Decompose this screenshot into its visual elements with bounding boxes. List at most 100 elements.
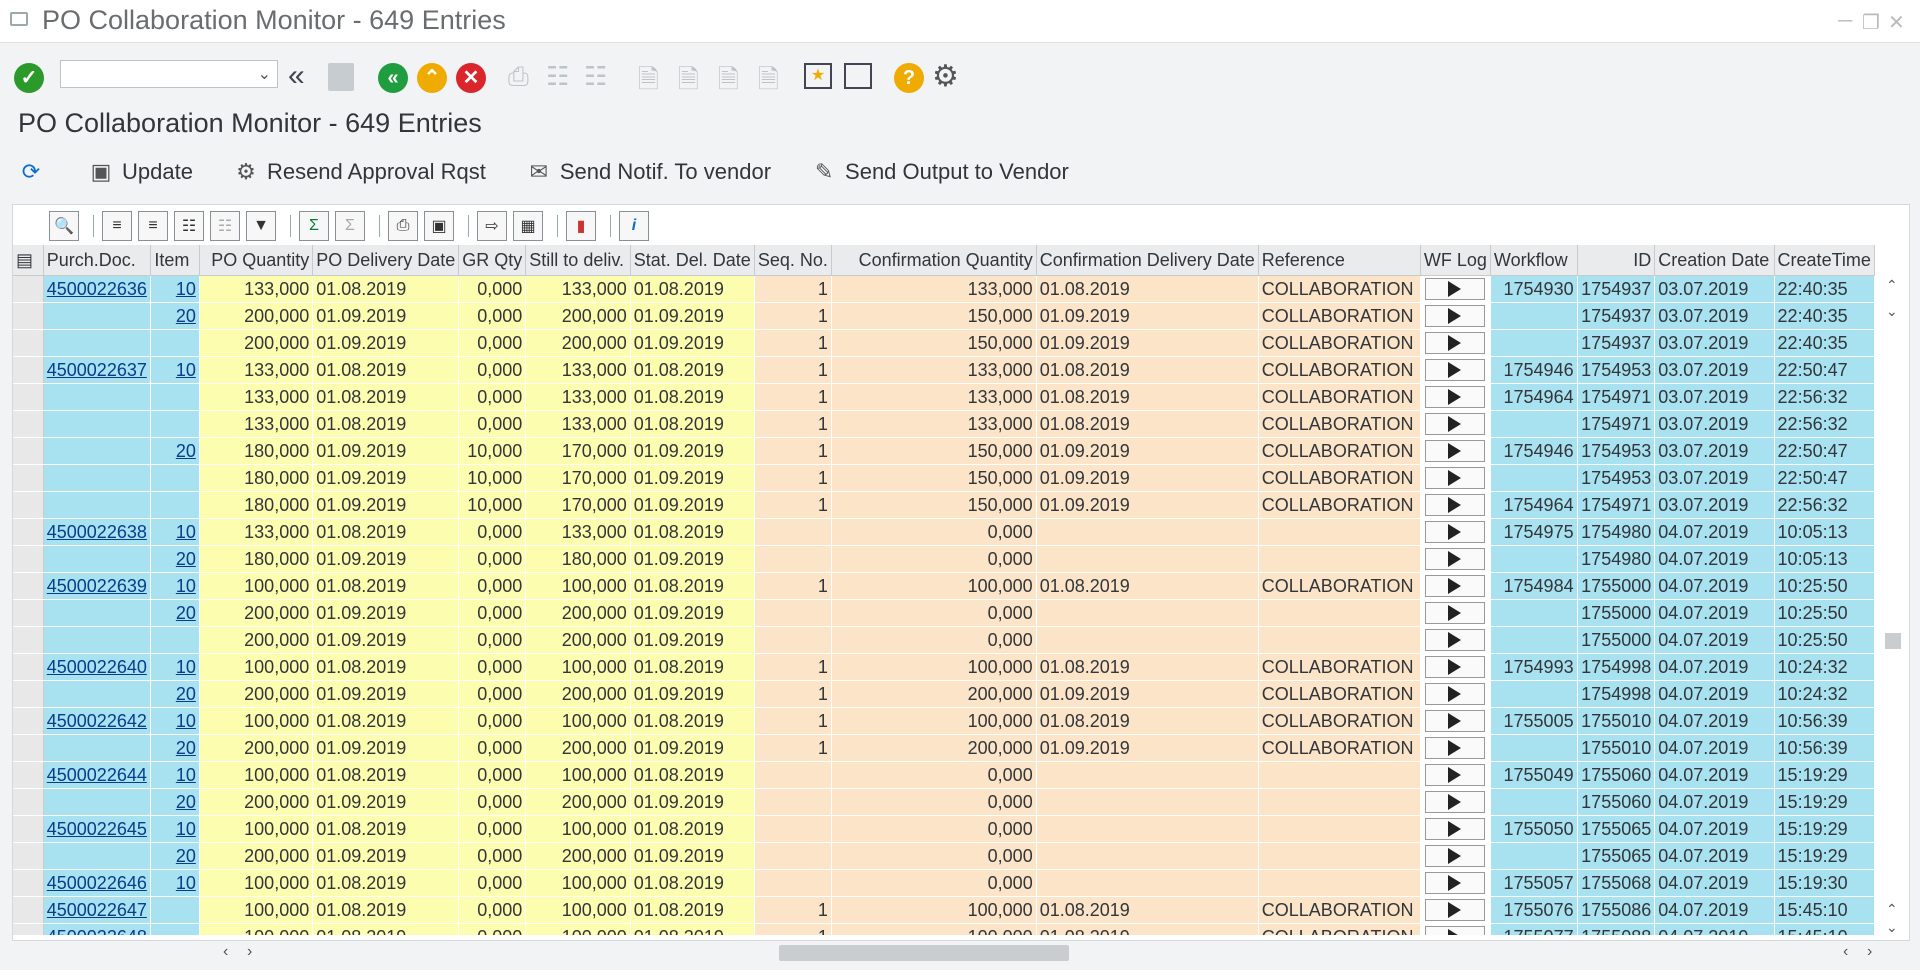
layout-icon[interactable]: ▦ bbox=[513, 211, 543, 241]
row-selector[interactable] bbox=[13, 383, 44, 411]
resend-approval-button[interactable]: ⚙ Resend Approval Rqst bbox=[233, 159, 486, 185]
play-icon[interactable] bbox=[1424, 629, 1485, 651]
table-row[interactable]: 4500022636 10 133,000 01.08.2019 0,000 133,00… bbox=[13, 275, 1875, 303]
doc-link[interactable]: 4500022642 bbox=[43, 707, 152, 735]
play-icon[interactable] bbox=[1424, 845, 1485, 867]
doc-link[interactable] bbox=[43, 599, 152, 627]
item-link[interactable] bbox=[150, 329, 200, 357]
create-session-icon[interactable]: ★ bbox=[804, 63, 832, 89]
table-row[interactable]: 20 200,000 01.09.2019 0,000 200,000 01.09.201… bbox=[13, 788, 1875, 816]
send-output-button[interactable]: ✎ Send Output to Vendor bbox=[811, 159, 1069, 185]
row-selector[interactable] bbox=[13, 842, 44, 870]
doc-link[interactable] bbox=[43, 680, 152, 708]
row-selector[interactable] bbox=[13, 599, 44, 627]
save-icon[interactable] bbox=[328, 63, 354, 91]
update-button[interactable]: ▣ Update bbox=[88, 159, 193, 185]
item-link[interactable] bbox=[150, 464, 200, 492]
wf-log-button[interactable] bbox=[1420, 788, 1491, 816]
table-row[interactable]: 20 200,000 01.09.2019 0,000 200,000 01.09.201… bbox=[13, 680, 1875, 708]
doc-link[interactable] bbox=[43, 545, 152, 573]
find-icon[interactable]: ☷ bbox=[174, 211, 204, 241]
table-row[interactable]: 4500022640 10 100,000 01.08.2019 0,000 100,00… bbox=[13, 653, 1875, 681]
column-header[interactable]: CreateTime bbox=[1774, 245, 1875, 276]
doc-link[interactable]: 4500022648 bbox=[43, 923, 152, 935]
scroll-thumb[interactable] bbox=[779, 945, 1069, 961]
play-icon[interactable] bbox=[1424, 710, 1485, 732]
wf-log-button[interactable] bbox=[1420, 464, 1491, 492]
play-icon[interactable] bbox=[1424, 521, 1485, 543]
table-row[interactable]: 180,000 01.09.2019 10,000 170,000 01.09.2019… bbox=[13, 464, 1875, 492]
play-icon[interactable] bbox=[1424, 575, 1485, 597]
play-icon[interactable] bbox=[1424, 494, 1485, 516]
minimize-icon[interactable]: ─ bbox=[1838, 10, 1852, 33]
row-selector[interactable] bbox=[13, 761, 44, 789]
column-header[interactable]: Reference bbox=[1258, 245, 1421, 276]
sort-ascending-icon[interactable]: ≡ bbox=[102, 211, 132, 241]
item-link[interactable]: 10 bbox=[150, 653, 200, 681]
wf-log-button[interactable] bbox=[1420, 437, 1491, 465]
play-icon[interactable] bbox=[1424, 359, 1485, 381]
item-link[interactable]: 10 bbox=[150, 518, 200, 546]
info-icon[interactable]: i bbox=[619, 211, 649, 241]
command-field[interactable]: ⌄ bbox=[60, 60, 278, 88]
wf-log-button[interactable] bbox=[1420, 734, 1491, 762]
play-icon[interactable] bbox=[1424, 332, 1485, 354]
doc-link[interactable]: 4500022640 bbox=[43, 653, 152, 681]
print-icon[interactable]: ⎙ bbox=[388, 211, 418, 241]
export-icon[interactable]: ⇨ bbox=[477, 211, 507, 241]
table-row[interactable]: 20 200,000 01.09.2019 0,000 200,000 01.09.201… bbox=[13, 599, 1875, 627]
views-icon[interactable]: ▣ bbox=[424, 211, 454, 241]
play-icon[interactable] bbox=[1424, 899, 1485, 921]
item-link[interactable]: 10 bbox=[150, 275, 200, 303]
scroll-right-icon[interactable]: › bbox=[247, 943, 252, 961]
wf-log-button[interactable] bbox=[1420, 302, 1491, 330]
wf-log-button[interactable] bbox=[1420, 626, 1491, 654]
item-link[interactable] bbox=[150, 626, 200, 654]
details-icon[interactable]: 🔍 bbox=[49, 211, 79, 241]
table-row[interactable]: 4500022637 10 133,000 01.08.2019 0,000 133,00… bbox=[13, 356, 1875, 384]
column-header[interactable]: Creation Date bbox=[1654, 245, 1775, 276]
wf-log-button[interactable] bbox=[1420, 923, 1491, 935]
doc-link[interactable]: 4500022645 bbox=[43, 815, 152, 843]
table-row[interactable]: 4500022646 10 100,000 01.08.2019 0,000 100,00… bbox=[13, 869, 1875, 897]
column-header[interactable]: Confirmation Quantity bbox=[831, 245, 1037, 276]
row-selector[interactable] bbox=[13, 464, 44, 492]
exit-icon[interactable]: ⌃ bbox=[417, 63, 447, 93]
column-header[interactable]: ID bbox=[1577, 245, 1656, 276]
item-link[interactable]: 20 bbox=[150, 788, 200, 816]
doc-link[interactable] bbox=[43, 626, 152, 654]
horizontal-scrollbar[interactable]: ‹ › ‹ › bbox=[223, 943, 1883, 965]
doc-link[interactable] bbox=[43, 842, 152, 870]
play-icon[interactable] bbox=[1424, 791, 1485, 813]
doc-link[interactable]: 4500022639 bbox=[43, 572, 152, 600]
table-row[interactable]: 4500022642 10 100,000 01.08.2019 0,000 100,00… bbox=[13, 707, 1875, 735]
wf-log-button[interactable] bbox=[1420, 815, 1491, 843]
item-link[interactable]: 20 bbox=[150, 545, 200, 573]
table-row[interactable]: 4500022639 10 100,000 01.08.2019 0,000 100,00… bbox=[13, 572, 1875, 600]
row-selector[interactable] bbox=[13, 329, 44, 357]
doc-link[interactable] bbox=[43, 788, 152, 816]
item-link[interactable]: 10 bbox=[150, 869, 200, 897]
wf-log-button[interactable] bbox=[1420, 383, 1491, 411]
doc-link[interactable] bbox=[43, 410, 152, 438]
doc-link[interactable]: 4500022647 bbox=[43, 896, 152, 924]
scroll-down-icon[interactable]: ⌄ bbox=[1886, 303, 1898, 320]
table-row[interactable]: 4500022647 100,000 01.08.2019 0,000 100,000 0… bbox=[13, 896, 1875, 924]
next-page-icon[interactable]: 🗎 bbox=[718, 61, 739, 105]
column-header[interactable]: Workflow bbox=[1490, 245, 1578, 276]
row-selector[interactable] bbox=[13, 410, 44, 438]
table-row[interactable]: 200,000 01.09.2019 0,000 200,000 01.09.2019 1… bbox=[13, 329, 1875, 357]
row-selector[interactable] bbox=[13, 869, 44, 897]
table-row[interactable]: 20 180,000 01.09.2019 0,000 180,000 01.09.201… bbox=[13, 545, 1875, 573]
row-selector[interactable] bbox=[13, 626, 44, 654]
play-icon[interactable] bbox=[1424, 413, 1485, 435]
table-row[interactable]: 4500022644 10 100,000 01.08.2019 0,000 100,00… bbox=[13, 761, 1875, 789]
close-icon[interactable]: ✕ bbox=[1888, 10, 1905, 35]
play-icon[interactable] bbox=[1424, 602, 1485, 624]
back-double-icon[interactable]: « bbox=[288, 59, 305, 93]
doc-link[interactable] bbox=[43, 491, 152, 519]
column-header[interactable]: GR Qty bbox=[458, 245, 527, 276]
doc-link[interactable]: 4500022646 bbox=[43, 869, 152, 897]
doc-link[interactable] bbox=[43, 734, 152, 762]
wf-log-button[interactable] bbox=[1420, 275, 1491, 303]
